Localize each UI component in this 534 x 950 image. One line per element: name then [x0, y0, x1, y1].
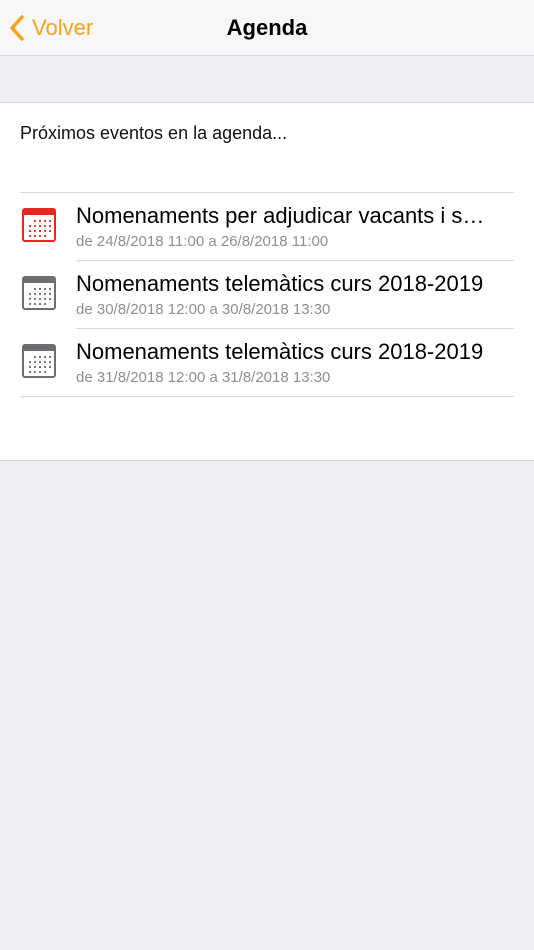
- event-row[interactable]: Nomenaments per adjudicar vacants i s… d…: [20, 193, 514, 261]
- calendar-icon: [22, 276, 56, 310]
- intro-text: Próximos eventos en la agenda...: [20, 123, 288, 143]
- event-title: Nomenaments telemàtics curs 2018-2019: [76, 271, 484, 296]
- event-dates: de 30/8/2018 12:00 a 30/8/2018 13:30: [76, 301, 331, 318]
- event-title: Nomenaments telemàtics curs 2018-2019: [76, 339, 484, 364]
- calendar-icon: [22, 344, 56, 378]
- event-row[interactable]: Nomenaments telemàtics curs 2018-2019 de…: [20, 261, 514, 329]
- page-title: Agenda: [226, 15, 308, 40]
- event-title: Nomenaments per adjudicar vacants i s…: [76, 203, 485, 228]
- event-row[interactable]: Nomenaments telemàtics curs 2018-2019 de…: [20, 329, 514, 397]
- agenda-panel: Próximos eventos en la agenda... Nomenam…: [0, 102, 534, 461]
- event-list: Nomenaments per adjudicar vacants i s… d…: [20, 192, 514, 397]
- navigation-bar: Volver Agenda: [0, 0, 534, 56]
- event-dates: de 24/8/2018 11:00 a 26/8/2018 11:00: [76, 233, 329, 250]
- event-dates: de 31/8/2018 12:00 a 31/8/2018 13:30: [76, 369, 331, 386]
- calendar-icon: [22, 208, 56, 242]
